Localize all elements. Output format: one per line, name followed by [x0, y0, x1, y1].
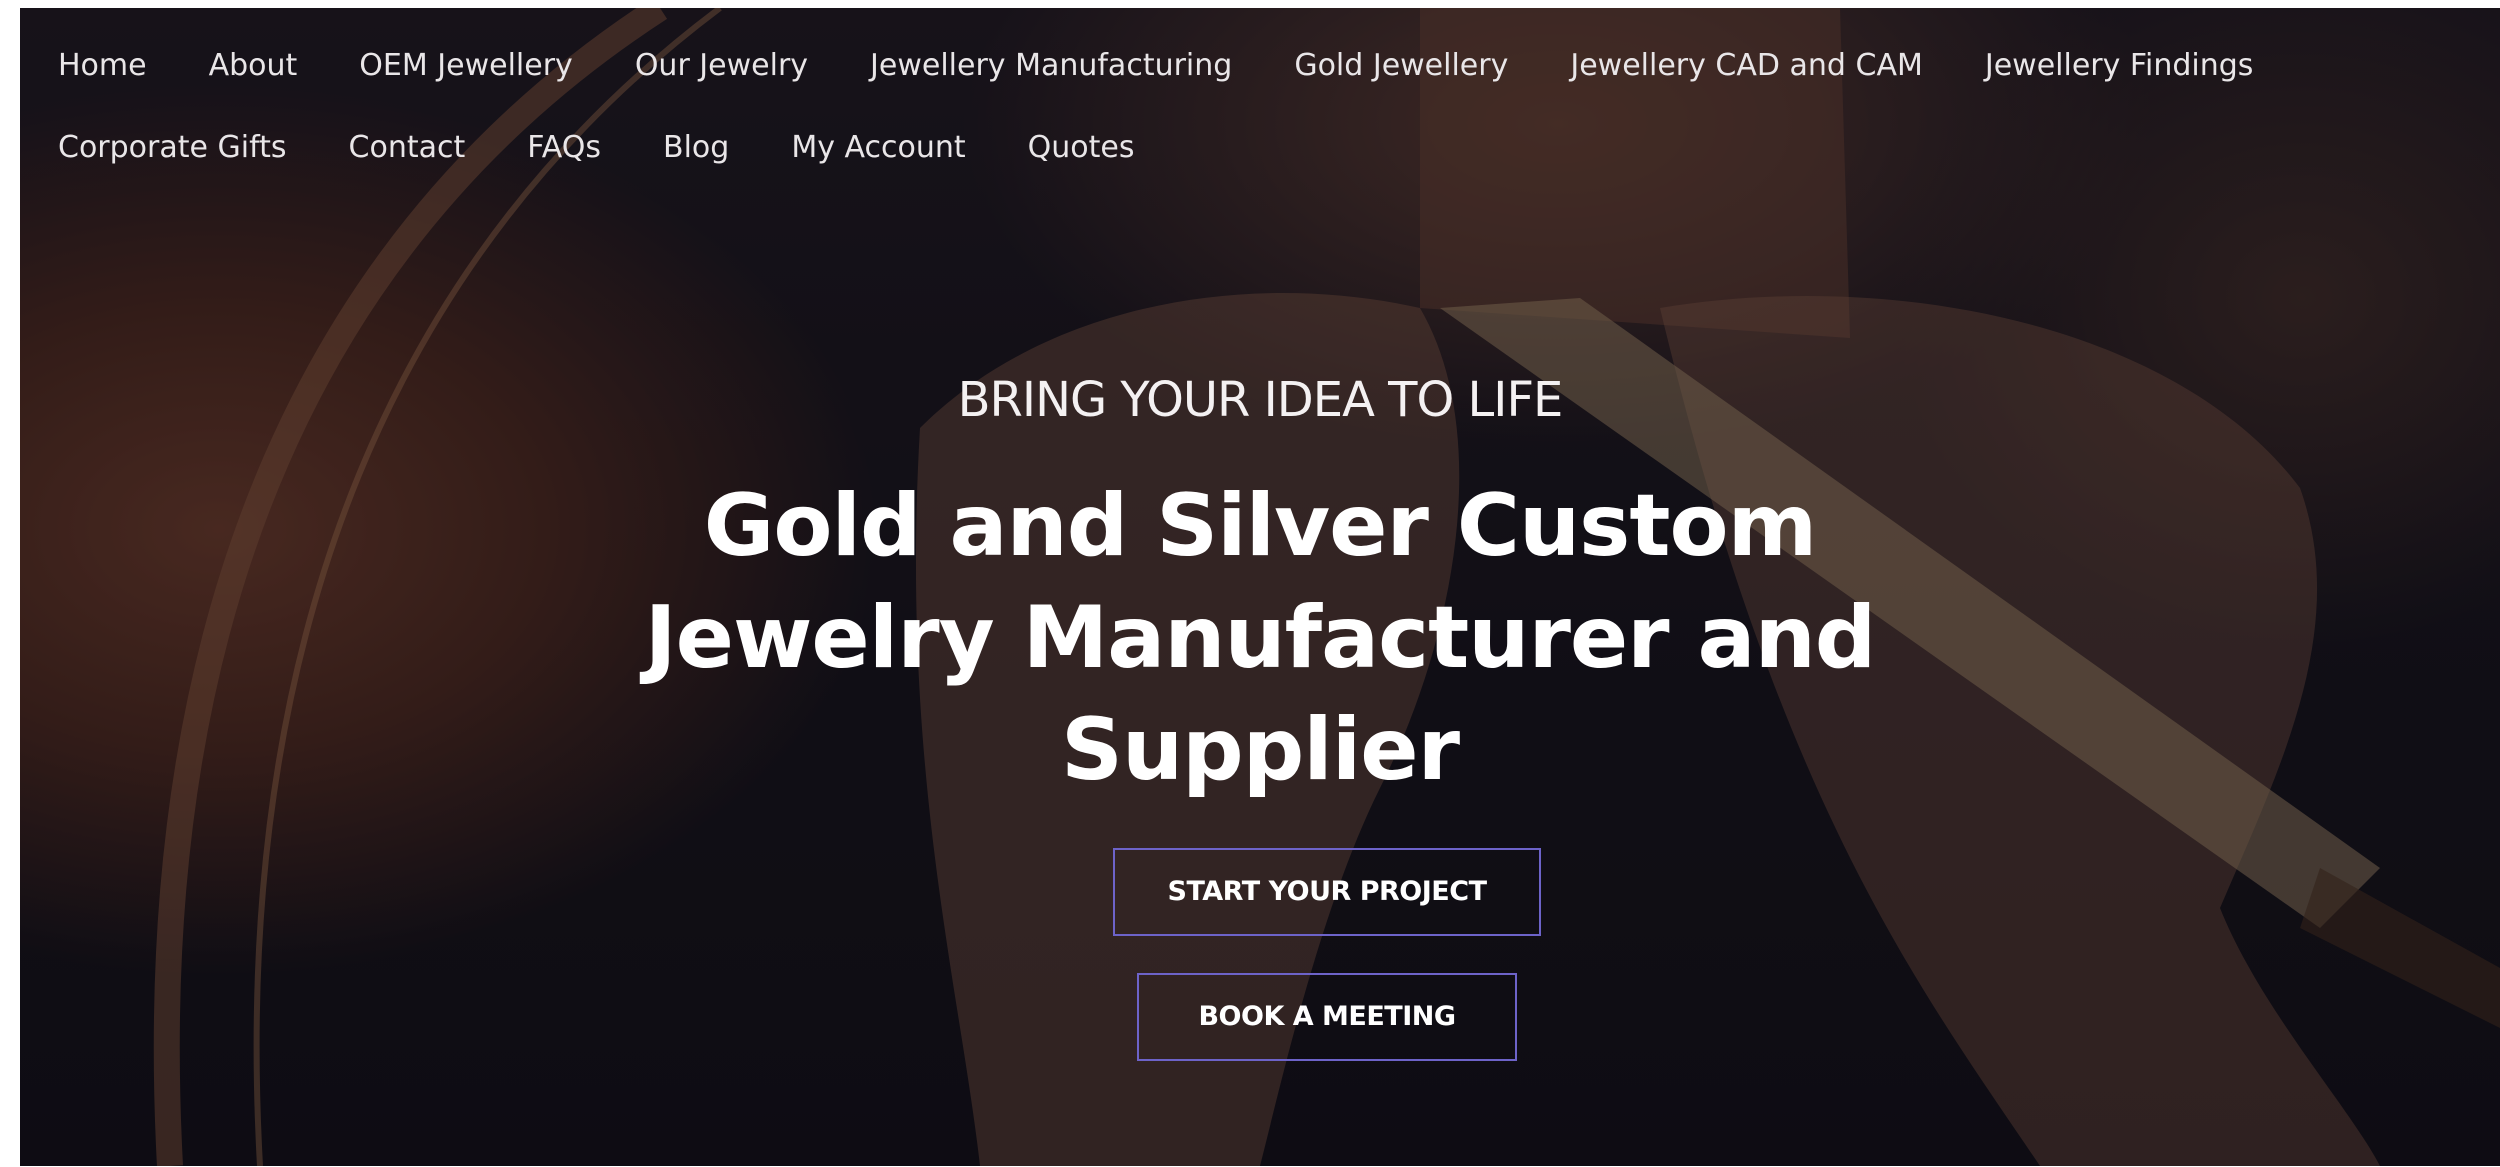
- start-project-button[interactable]: START YOUR PROJECT: [1113, 848, 1541, 936]
- nav-faqs[interactable]: FAQs: [527, 120, 601, 176]
- hero-headline: Gold and Silver Custom Jewelry Manufactu…: [644, 476, 1877, 800]
- nav-jewellery-manufacturing[interactable]: Jewellery Manufacturing: [870, 38, 1232, 94]
- nav-oem-jewellery[interactable]: OEM Jewellery: [359, 38, 573, 94]
- nav-corporate-gifts[interactable]: Corporate Gifts: [58, 120, 287, 176]
- main-navigation: Home About OEM Jewellery Our Jewelry Jew…: [58, 38, 2478, 176]
- book-meeting-button[interactable]: BOOK A MEETING: [1137, 973, 1517, 1061]
- nav-home[interactable]: Home: [58, 38, 147, 94]
- nav-my-account[interactable]: My Account: [791, 120, 965, 176]
- nav-quotes[interactable]: Quotes: [1028, 120, 1135, 176]
- hero-content: BRING YOUR IDEA TO LIFE Gold and Silver …: [20, 368, 2500, 806]
- nav-jewellery-cad-cam[interactable]: Jewellery CAD and CAM: [1570, 38, 1923, 94]
- nav-jewellery-findings[interactable]: Jewellery Findings: [1985, 38, 2254, 94]
- nav-blog[interactable]: Blog: [663, 120, 729, 176]
- hero-eyebrow: BRING YOUR IDEA TO LIFE: [957, 372, 1564, 428]
- nav-gold-jewellery[interactable]: Gold Jewellery: [1294, 38, 1508, 94]
- nav-about[interactable]: About: [209, 38, 298, 94]
- hero-section: Home About OEM Jewellery Our Jewelry Jew…: [20, 8, 2500, 1166]
- nav-contact[interactable]: Contact: [349, 120, 466, 176]
- nav-our-jewelry[interactable]: Our Jewelry: [635, 38, 808, 94]
